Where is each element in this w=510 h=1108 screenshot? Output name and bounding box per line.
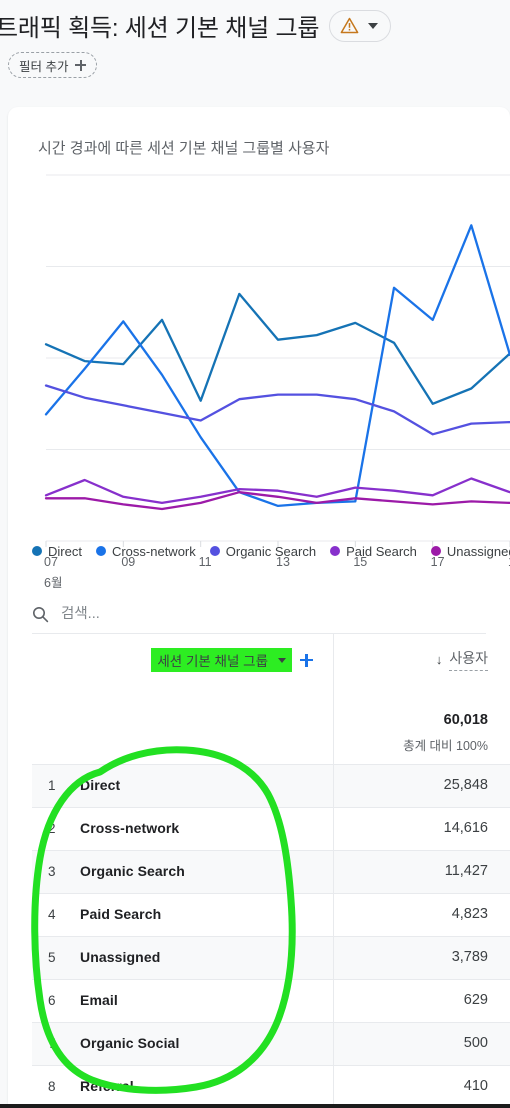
dimension-header-label: 세션 기본 채널 그룹 — [157, 654, 268, 669]
cell-divider — [333, 808, 334, 850]
table-search-row[interactable] — [32, 595, 486, 634]
legend-color-dot — [430, 546, 441, 556]
row-users-value: 11,427 — [444, 863, 488, 879]
legend-color-dot — [209, 546, 220, 556]
chart-title: 시간 경과에 따른 세션 기본 채널 그룹별 사용자 — [38, 140, 330, 157]
line-chart[interactable]: 07091113151716월 — [8, 167, 510, 590]
dimension-selector[interactable]: 세션 기본 채널 그룹 — [151, 648, 292, 672]
row-rank: 6 — [48, 993, 56, 1008]
legend-item-organic-search[interactable]: Organic Search — [209, 543, 317, 559]
cell-divider — [333, 980, 334, 1022]
cell-divider — [333, 1066, 334, 1108]
row-rank: 7 — [48, 1036, 56, 1051]
row-dimension-name[interactable]: Paid Search — [80, 906, 161, 922]
row-users-value: 14,616 — [443, 820, 488, 836]
chart-line-organic-search — [44, 384, 510, 436]
legend-color-dot — [32, 546, 42, 556]
legend-label: Organic Search — [225, 543, 317, 559]
dimension-column-header[interactable]: 세션 기본 채널 그룹 — [32, 634, 333, 764]
legend-color-dot — [95, 546, 106, 556]
legend-label: Paid Search — [346, 543, 417, 559]
page-title: 트래픽 획득: 세션 기본 채널 그룹 — [0, 15, 320, 42]
screen-bottom-edge — [0, 1104, 510, 1108]
table-row[interactable]: 4 Paid Search 4,823 — [32, 894, 510, 937]
legend-label: Direct — [48, 543, 82, 559]
row-users-value: 25,848 — [443, 777, 488, 793]
row-dimension-name[interactable]: Organic Social — [80, 1035, 179, 1051]
row-rank: 3 — [48, 864, 56, 879]
legend-label: Unassigned — [446, 543, 510, 559]
chart-line-paid-search — [44, 477, 510, 505]
title-row: 트래픽 획득: 세션 기본 채널 그룹 — [0, 8, 392, 43]
page-header: 트래픽 획득: 세션 기본 채널 그룹 필터 추가 — [0, 0, 510, 107]
row-users-value: 3,789 — [451, 949, 488, 965]
add-filter-label: 필터 추가 — [19, 59, 69, 74]
search-input[interactable] — [61, 606, 391, 622]
row-users-value: 500 — [463, 1035, 488, 1051]
table-row[interactable]: 3 Organic Search 11,427 — [32, 851, 510, 894]
table-row[interactable]: 1 Direct 25,848 — [32, 765, 510, 808]
row-dimension-name[interactable]: Cross-network — [80, 820, 179, 836]
table-row[interactable]: 5 Unassigned 3,789 — [32, 937, 510, 980]
chevron-down-icon — [368, 22, 379, 29]
x-axis-month-label: 6월 — [44, 576, 63, 590]
metric-header-label: 사용자 — [449, 648, 488, 671]
chart-plot — [44, 174, 510, 547]
legend-item-direct[interactable]: Direct — [32, 544, 82, 559]
table-body: 1 Direct 25,848 2 Cross-network 14,616 3 Organi… — [32, 765, 510, 1108]
plus-icon — [75, 59, 87, 71]
row-users-value: 410 — [463, 1078, 488, 1094]
row-rank: 4 — [48, 907, 56, 922]
cell-divider — [333, 894, 334, 936]
row-dimension-name[interactable]: Email — [80, 992, 118, 1008]
metric-total-value: 60,018 — [443, 712, 488, 728]
cell-divider — [333, 1023, 334, 1065]
legend-color-dot — [330, 546, 341, 556]
table-row[interactable]: 6 Email 629 — [32, 980, 510, 1023]
table-header-row: 세션 기본 채널 그룹 ↓ 사용자 60,018 총계 대비 100% — [32, 634, 510, 765]
chevron-down-icon — [278, 657, 286, 663]
row-rank: 2 — [48, 821, 56, 836]
legend-label: Cross-network — [111, 543, 196, 559]
cell-divider — [333, 937, 334, 979]
chart-gridlines — [46, 174, 510, 542]
legend-item-cross-network[interactable]: Cross-network — [95, 543, 196, 559]
chart-legend: Direct Cross-network Organic Search Paid Se… — [8, 539, 510, 563]
chart-line-direct — [44, 292, 510, 405]
row-dimension-name[interactable]: Organic Search — [80, 863, 185, 879]
row-users-value: 629 — [463, 992, 488, 1008]
row-rank: 8 — [48, 1079, 56, 1094]
metric-total-subtext: 총계 대비 100% — [403, 739, 488, 753]
row-dimension-name[interactable]: Unassigned — [80, 949, 160, 965]
table-row[interactable]: 2 Cross-network 14,616 — [32, 808, 510, 851]
cell-divider — [333, 765, 334, 807]
search-icon — [33, 606, 49, 622]
data-table: 세션 기본 채널 그룹 ↓ 사용자 60,018 총계 대비 100% 1 Dir… — [32, 634, 510, 1108]
report-card: 시간 경과에 따른 세션 기본 채널 그룹별 사용자 0709111315171… — [8, 107, 510, 1108]
legend-item-paid-search[interactable]: Paid Search — [330, 544, 417, 559]
add-filter-button[interactable]: 필터 추가 — [8, 52, 98, 78]
chart-line-cross-network — [44, 224, 510, 508]
row-users-value: 4,823 — [451, 906, 488, 922]
chart-series — [44, 224, 510, 511]
table-row[interactable]: 8 Referral 410 — [32, 1066, 510, 1108]
row-dimension-name[interactable]: Referral — [80, 1078, 134, 1094]
report-warning-chip[interactable] — [329, 9, 392, 42]
cell-divider — [333, 851, 334, 893]
row-dimension-name[interactable]: Direct — [80, 777, 120, 793]
table-row[interactable]: 7 Organic Social 500 — [32, 1023, 510, 1066]
row-rank: 1 — [48, 778, 56, 793]
row-rank: 5 — [48, 950, 56, 965]
legend-item-unassigned[interactable]: Unassigned — [430, 543, 510, 559]
arrow-down-icon[interactable]: ↓ — [436, 653, 443, 666]
add-dimension-button[interactable] — [300, 653, 313, 667]
warning-triangle-icon — [340, 17, 359, 34]
metric-column-header[interactable]: ↓ 사용자 60,018 총계 대비 100% — [333, 634, 510, 764]
